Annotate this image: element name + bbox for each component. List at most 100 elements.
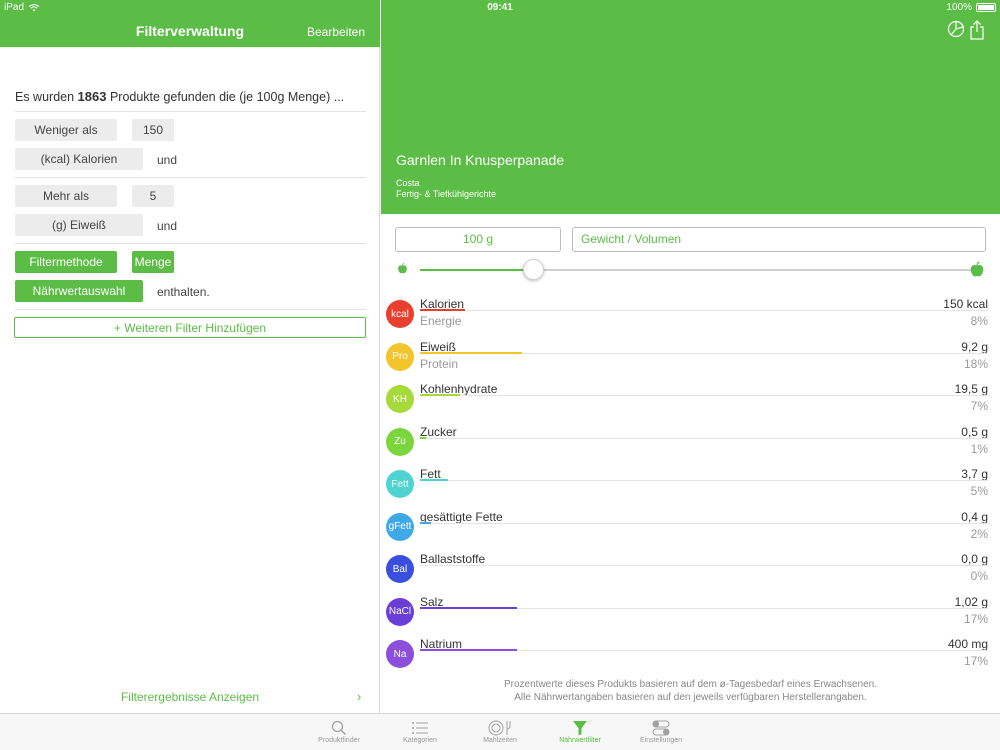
- product-name: Garnlen In Knusperpanade: [396, 152, 565, 168]
- footnote: Prozentwerte dieses Produkts basieren au…: [381, 678, 1000, 704]
- nutrient-badge: NaCl: [386, 597, 414, 626]
- nutrient-percent: 1%: [970, 441, 988, 456]
- nutrient-bar-fill: [420, 436, 426, 439]
- pie-chart-icon[interactable]: [947, 20, 965, 38]
- divider: [15, 111, 366, 112]
- tab-mahlzeiten[interactable]: Mahlzeiten: [465, 718, 535, 744]
- nutrient-badge: Pro: [386, 342, 414, 371]
- nutrient-value: 19,5 g: [954, 382, 988, 396]
- tab-label: Mahlzeiten: [483, 737, 517, 744]
- filter2-nutrient-button[interactable]: (g) Eiweiß: [15, 214, 143, 236]
- nutrient-value: 9,2 g: [961, 339, 988, 354]
- tab-kategorien[interactable]: Kategorien: [385, 718, 455, 744]
- amount-input[interactable]: 100 g: [395, 227, 561, 252]
- battery-percent: 100%: [946, 2, 972, 13]
- nutrient-badge: KH: [386, 385, 414, 413]
- unit-selector[interactable]: Gewicht / Volumen: [572, 227, 986, 252]
- divider: [15, 243, 366, 244]
- nutrient-row[interactable]: Bal Ballaststoffe 0,0 g 0%: [381, 552, 1000, 594]
- search-icon: [304, 718, 374, 737]
- footnote-line: Prozentwerte dieses Produkts basieren au…: [504, 679, 877, 690]
- nutrient-bar-fill: [420, 649, 517, 651]
- nutrient-bar-fill: [420, 606, 517, 609]
- filter1-value-field[interactable]: 150: [132, 119, 174, 141]
- divider: [15, 177, 366, 178]
- nutrient-row[interactable]: Na Natrium 400 mg 17%: [381, 637, 1000, 679]
- portion-slider-handle[interactable]: [523, 259, 545, 280]
- show-results-link[interactable]: Filterergebnisse Anzeigen: [0, 690, 380, 704]
- nutrient-value: 0,4 g: [961, 509, 988, 524]
- edit-button[interactable]: Bearbeiten: [307, 25, 365, 39]
- toggles-icon: [626, 718, 696, 737]
- nutrient-row[interactable]: Pro Eiweiß Protein 9,2 g 18%: [381, 340, 1000, 382]
- nutrient-bar-fill: [420, 479, 448, 481]
- nutrient-row[interactable]: Zu Zucker 0,5 g 1%: [381, 425, 1000, 467]
- nutrient-value: 3,7 g: [961, 467, 988, 481]
- nutrient-badge: Fett: [386, 470, 414, 498]
- nutrient-row[interactable]: Fett Fett 3,7 g 5%: [381, 467, 1000, 509]
- nutrient-row[interactable]: NaCl Salz 1,02 g 17%: [381, 595, 1000, 637]
- plate-icon: [465, 718, 535, 737]
- nutrient-percent: 17%: [963, 611, 988, 626]
- filter3-suffix: enthalten.: [157, 285, 210, 299]
- tab-label: Einstellungen: [639, 737, 683, 744]
- nutrient-value: 1,02 g: [954, 594, 988, 609]
- nutrient-percent: 17%: [963, 654, 988, 668]
- nutrient-bar-track: [420, 395, 988, 396]
- nutrient-row[interactable]: kcal Kalorien Energie 150 kcal 8%: [381, 297, 1000, 339]
- nutrient-value: 400 mg: [947, 637, 988, 651]
- nutrient-bar-fill: [420, 351, 522, 354]
- add-filter-button[interactable]: + Weiteren Filter Hinzufügen: [14, 317, 366, 338]
- nutrient-badge: Zu: [386, 427, 414, 456]
- tab-label: Kategorien: [403, 737, 437, 744]
- product-brand: Costa: [396, 178, 420, 188]
- footnote-line: Alle Nährwertangaben basieren auf den je…: [514, 692, 867, 703]
- portion-slider-fill: [420, 269, 534, 271]
- apple-large-icon: [970, 261, 984, 277]
- summary-prefix: Es wurden: [15, 90, 75, 104]
- tab-bar: Produktfinder Kategorien Mahlzeiten Nährwer…: [0, 713, 1000, 750]
- battery-icon: [976, 3, 996, 12]
- filter2-operator-button[interactable]: Mehr als: [15, 185, 117, 207]
- filter1-operator-button[interactable]: Weniger als: [15, 119, 117, 141]
- tab-produktfinder[interactable]: Produktfinder: [304, 718, 374, 744]
- result-summary: Es wurden 1863 Produkte gefunden die (je…: [15, 89, 344, 104]
- nutrient-badge: kcal: [386, 300, 414, 328]
- filter-panel: Filterverwaltung Bearbeiten Es wurden 18…: [0, 0, 380, 713]
- filter2-value-field[interactable]: 5: [132, 185, 174, 207]
- clock: 09:41: [487, 2, 513, 13]
- filter2-conjunction: und: [157, 219, 178, 233]
- share-icon[interactable]: [969, 20, 985, 40]
- nutrient-subtitle: Protein: [420, 356, 459, 371]
- apple-small-icon: [398, 263, 407, 274]
- filter-method-value[interactable]: Menge: [132, 251, 174, 273]
- nutrient-bar-track: [420, 522, 988, 524]
- filter-method-button[interactable]: Filtermethode: [15, 251, 117, 273]
- nutrient-selection-button[interactable]: Nährwertauswahl: [15, 280, 143, 302]
- chevron-right-icon[interactable]: ›: [357, 689, 361, 704]
- filter1-nutrient-button[interactable]: (kcal) Kalorien: [15, 148, 143, 170]
- nutrient-bar-fill: [420, 394, 460, 396]
- nutrient-subtitle: Energie: [420, 314, 462, 328]
- funnel-icon: [545, 718, 615, 737]
- product-detail-panel: Garnlen In Knusperpanade Costa Fertig- &…: [381, 0, 1000, 713]
- nutrient-value: 0,5 g: [961, 424, 988, 439]
- tab-label: Produktfinder: [318, 737, 360, 744]
- tab-label: Nährwertfilter: [559, 737, 601, 744]
- tab-einstellungen[interactable]: Einstellungen: [626, 718, 696, 744]
- nutrient-percent: 18%: [963, 356, 988, 371]
- nutrient-bar-track: [420, 437, 988, 439]
- nutrient-row[interactable]: gFett gesättigte Fette 0,4 g 2%: [381, 510, 1000, 552]
- nutrient-percent: 8%: [970, 314, 988, 328]
- nutrient-bar-track: [420, 565, 988, 566]
- nutrient-row[interactable]: KH Kohlenhydrate 19,5 g 7%: [381, 382, 1000, 424]
- product-category: Fertig- & Tiefkühlgerichte: [396, 189, 497, 199]
- tab-nährwertfilter[interactable]: Nährwertfilter: [545, 718, 615, 744]
- nutrient-name: Ballaststoffe: [420, 552, 486, 566]
- nutrient-badge: gFett: [386, 512, 414, 541]
- nutrient-name: gesättigte Fette: [420, 509, 503, 524]
- nutrient-badge: Na: [386, 640, 414, 668]
- nutrient-bar-track: [420, 310, 988, 311]
- product-header: Garnlen In Knusperpanade Costa Fertig- &…: [381, 0, 1000, 214]
- list-icon: [385, 718, 455, 737]
